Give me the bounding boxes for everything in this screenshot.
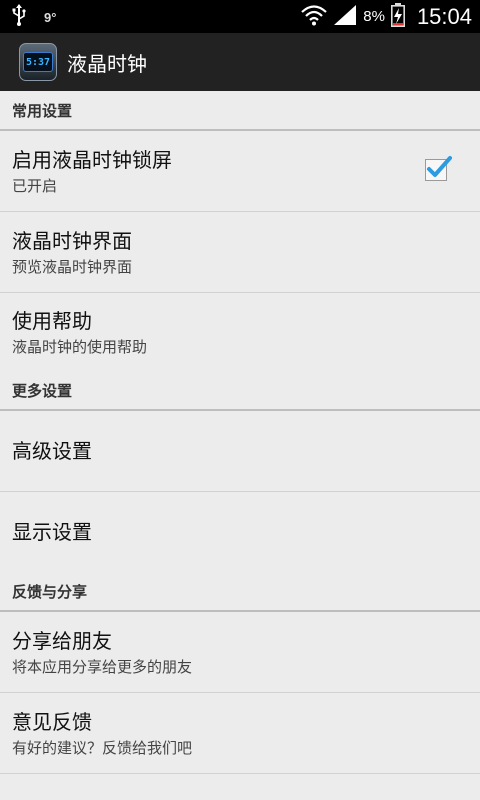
clock: 15:04 [416,3,472,29]
section-header-feedback: 反馈与分享 [0,572,480,612]
setting-share[interactable]: 分享给朋友 将本应用分享给更多的朋友 [0,612,480,693]
setting-title: 启用液晶时钟锁屏 [12,148,172,172]
setting-enable-lockscreen[interactable]: 启用液晶时钟锁屏 已开启 [0,131,480,212]
usb-icon [12,4,26,30]
weather-temperature: 9° [44,9,57,25]
setting-feedback[interactable]: 意见反馈 有好的建议？反馈给我们吧 [0,693,480,774]
setting-summary: 将本应用分享给更多的朋友 [12,658,193,676]
settings-list: 常用设置 启用液晶时钟锁屏 已开启 液晶时钟界面 预览液晶时钟界面 使用帮助 液… [0,91,480,774]
app-icon[interactable]: 5:37 [19,43,57,81]
setting-help[interactable]: 使用帮助 液晶时钟的使用帮助 [0,293,480,371]
lockscreen-checkbox[interactable] [425,156,452,181]
setting-advanced[interactable]: 高级设置 [0,411,480,492]
setting-summary: 已开启 [12,177,58,195]
setting-title: 高级设置 [12,439,92,463]
section-header-common: 常用设置 [0,91,480,131]
setting-title: 意见反馈 [12,710,92,734]
setting-clock-interface[interactable]: 液晶时钟界面 预览液晶时钟界面 [0,212,480,293]
action-bar: 5:37 液晶时钟 [0,33,480,91]
setting-summary: 预览液晶时钟界面 [12,258,133,276]
setting-summary: 有好的建议？反馈给我们吧 [12,739,193,757]
section-header-more: 更多设置 [0,371,480,411]
status-bar: 9° 8% 15:04 [0,0,480,33]
signal-icon [333,4,357,30]
app-title: 液晶时钟 [67,53,147,76]
setting-title: 显示设置 [12,520,92,544]
wifi-icon [301,4,327,30]
app-icon-clock-display: 5:37 [23,52,53,72]
setting-title: 使用帮助 [12,309,92,333]
battery-percent: 8% [363,8,385,25]
checkmark-icon [427,156,452,177]
setting-display[interactable]: 显示设置 [0,492,480,572]
battery-charging-icon [390,2,405,31]
setting-summary: 液晶时钟的使用帮助 [12,338,148,356]
setting-title: 液晶时钟界面 [12,229,132,253]
setting-title: 分享给朋友 [12,629,112,653]
